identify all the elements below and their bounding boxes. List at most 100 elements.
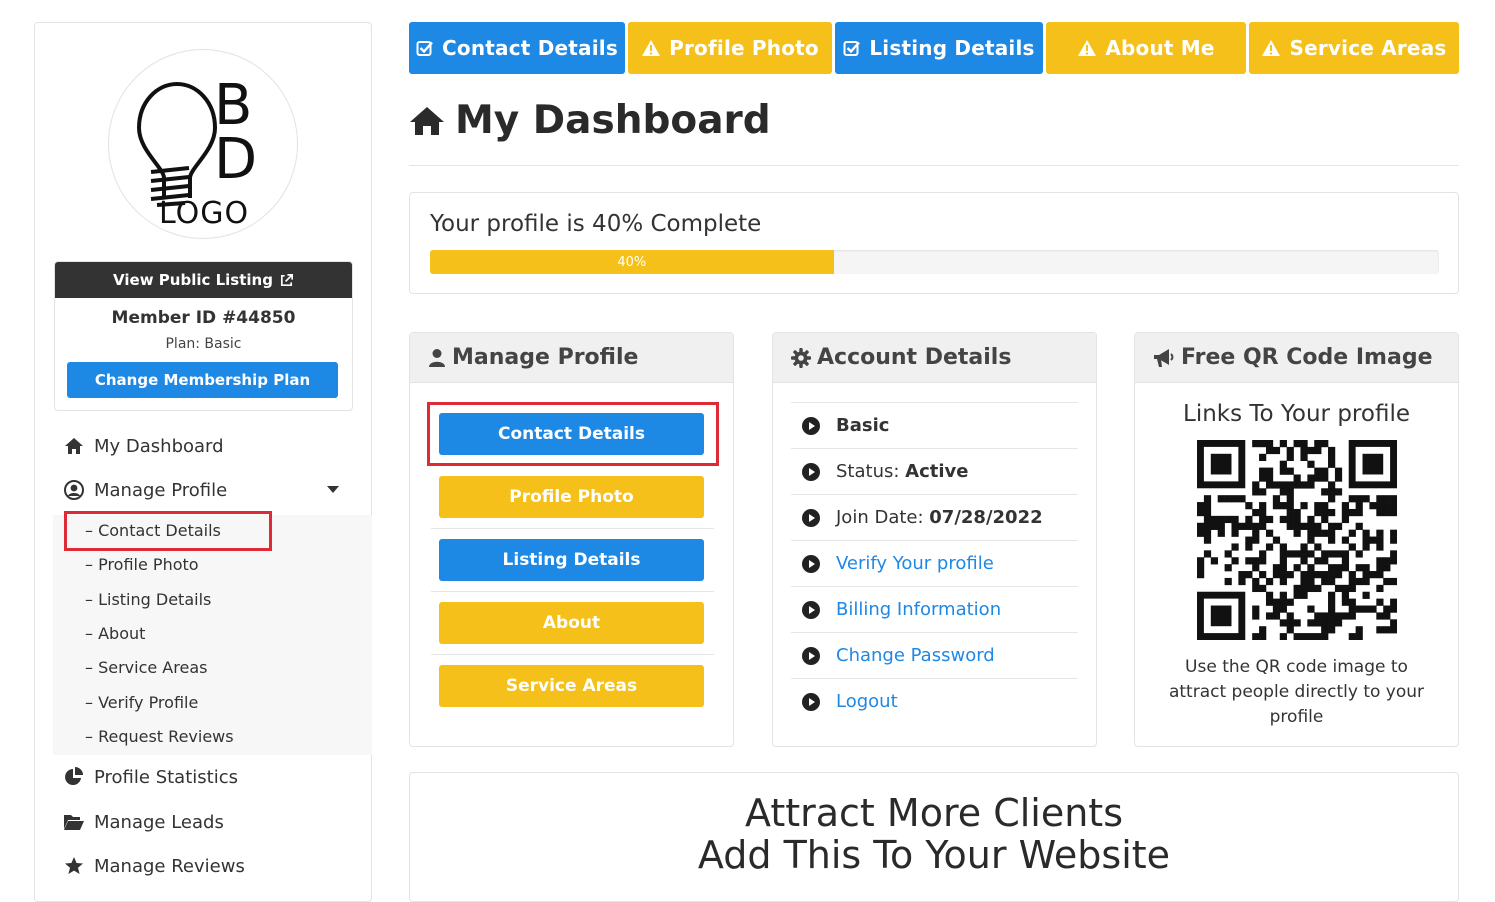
qr-module	[1293, 619, 1301, 627]
logo-text: LOGO	[158, 196, 250, 231]
qr-module	[1307, 446, 1315, 455]
listing-details-button[interactable]: Listing Details	[439, 539, 704, 581]
qr-module	[1390, 626, 1397, 634]
qr-module	[1252, 577, 1260, 586]
about-button[interactable]: About	[439, 602, 704, 644]
qr-module	[1272, 598, 1281, 606]
qr-module	[1328, 577, 1336, 586]
submenu-request-reviews[interactable]: – Request Reviews	[85, 727, 234, 746]
qr-module	[1286, 508, 1294, 517]
tab-listing-details[interactable]: Listing Details	[835, 22, 1043, 74]
tab-listing-details-label: Listing Details	[869, 36, 1035, 60]
qr-module	[1328, 529, 1336, 537]
qr-module	[1279, 460, 1287, 468]
qr-module	[1252, 481, 1260, 489]
qr-module	[1334, 564, 1343, 572]
submenu-profile-photo[interactable]: – Profile Photo	[85, 555, 199, 574]
qr-module	[1286, 495, 1294, 503]
qr-module	[1293, 591, 1301, 599]
qr-module	[1314, 508, 1322, 517]
profile-progress-card: Your profile is 40% Complete 40%	[409, 192, 1459, 294]
play-circle-icon	[802, 462, 820, 481]
nav-my-dashboard[interactable]: My Dashboard	[63, 435, 224, 457]
qr-module	[1272, 502, 1281, 510]
qr-module	[1314, 619, 1322, 627]
qr-module	[1286, 612, 1294, 620]
qr-module	[1314, 446, 1322, 455]
billing-information-link[interactable]: Billing Information	[836, 599, 1001, 620]
verify-profile-link[interactable]: Verify Your profile	[836, 553, 994, 574]
account-status-value: Active	[905, 461, 969, 482]
qr-module	[1328, 550, 1336, 558]
qr-module	[1245, 543, 1253, 551]
qr-module	[1390, 495, 1397, 503]
qr-module	[1314, 467, 1322, 475]
qr-module	[1376, 564, 1384, 572]
qr-code-image	[1197, 440, 1397, 640]
qr-module	[1265, 474, 1274, 482]
qr-module	[1307, 564, 1315, 572]
qr-module	[1279, 488, 1287, 496]
qr-module	[1252, 605, 1260, 613]
qr-module	[1341, 508, 1350, 517]
view-public-listing-button[interactable]: View Public Listing	[55, 262, 352, 298]
logout-link[interactable]: Logout	[836, 691, 898, 712]
manage-profile-header: Manage Profile	[410, 333, 733, 383]
submenu-listing-details[interactable]: – Listing Details	[85, 590, 211, 609]
account-details-header: Account Details	[773, 333, 1096, 383]
qr-module	[1252, 536, 1260, 544]
attract-heading-line1: Attract More Clients	[745, 791, 1123, 835]
divider	[431, 654, 714, 655]
qr-module	[1328, 605, 1336, 613]
qr-module	[1376, 543, 1384, 551]
tab-about-me[interactable]: About Me	[1046, 22, 1246, 74]
qr-module	[1265, 515, 1274, 524]
qr-module	[1307, 529, 1315, 537]
submenu-verify-profile[interactable]: – Verify Profile	[85, 693, 198, 712]
nav-manage-leads[interactable]: Manage Leads	[63, 811, 224, 833]
qr-module	[1272, 446, 1281, 455]
qr-module	[1259, 474, 1267, 482]
tab-profile-photo[interactable]: Profile Photo	[628, 22, 832, 74]
qr-module	[1383, 502, 1391, 510]
qr-module	[1321, 440, 1329, 448]
nav-profile-statistics[interactable]: Profile Statistics	[63, 766, 238, 788]
qr-module	[1348, 543, 1356, 551]
qr-module	[1279, 467, 1287, 475]
change-password-link[interactable]: Change Password	[836, 645, 995, 666]
qr-module	[1314, 474, 1322, 482]
qr-module	[1390, 577, 1397, 586]
submenu-about[interactable]: – About	[85, 624, 145, 643]
qr-module	[1300, 440, 1308, 448]
submenu-service-areas[interactable]: – Service Areas	[85, 658, 207, 677]
tab-contact-details[interactable]: Contact Details	[409, 22, 625, 74]
nav-manage-profile-label: Manage Profile	[94, 479, 228, 501]
profile-photo-button[interactable]: Profile Photo	[439, 476, 704, 518]
qr-module	[1355, 522, 1363, 530]
qr-module	[1203, 522, 1212, 530]
qr-module	[1203, 495, 1212, 503]
chevron-down-icon[interactable]	[327, 486, 339, 493]
service-areas-button[interactable]: Service Areas	[439, 665, 704, 707]
tab-service-areas[interactable]: Service Areas	[1249, 22, 1459, 74]
qr-module	[1348, 571, 1356, 579]
qr-module	[1314, 612, 1322, 620]
qr-module	[1341, 557, 1350, 565]
qr-module	[1314, 529, 1322, 537]
nav-manage-profile[interactable]: Manage Profile	[63, 479, 227, 501]
qr-module	[1259, 584, 1267, 593]
nav-profile-statistics-label: Profile Statistics	[94, 766, 238, 788]
qr-module	[1252, 529, 1260, 537]
check-square-icon	[843, 41, 861, 56]
qr-module	[1348, 508, 1356, 517]
qr-module	[1217, 495, 1225, 503]
qr-module	[1307, 550, 1315, 558]
change-membership-plan-button[interactable]: Change Membership Plan	[67, 362, 338, 398]
qr-module	[1293, 522, 1301, 530]
qr-module	[1334, 522, 1343, 530]
qr-module	[1286, 453, 1294, 461]
qr-module	[1203, 536, 1212, 544]
account-plan-row: Basic	[791, 402, 1078, 448]
qr-module	[1197, 502, 1205, 510]
nav-manage-reviews[interactable]: Manage Reviews	[63, 855, 245, 877]
